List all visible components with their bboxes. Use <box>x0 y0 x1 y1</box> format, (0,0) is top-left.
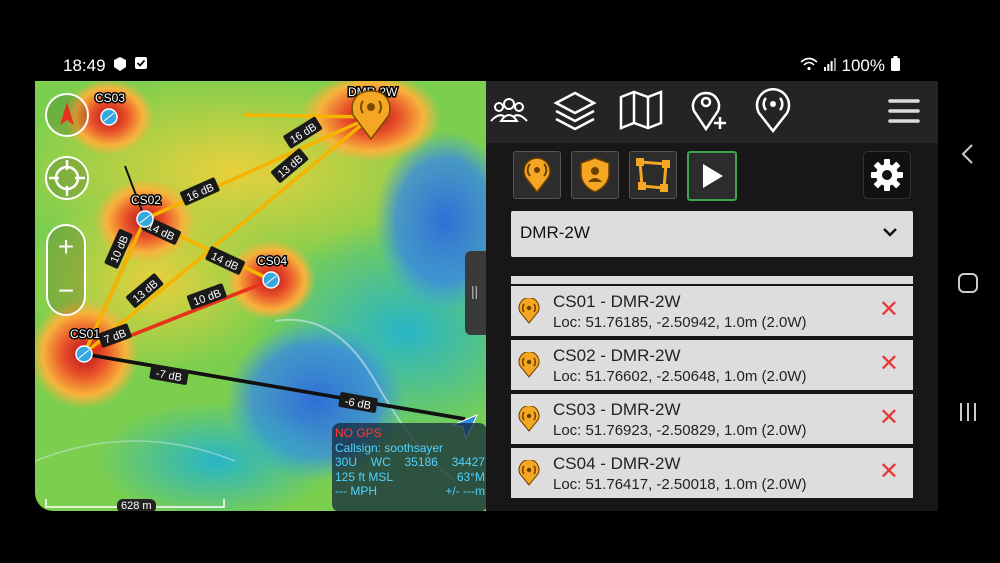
radio-site-icon <box>517 351 541 383</box>
polygon-icon <box>636 158 670 192</box>
recents-icon[interactable] <box>957 402 979 427</box>
compass-button[interactable] <box>45 93 89 137</box>
gear-icon <box>871 159 903 191</box>
list-item-location: Loc: 51.76923, -2.50829, 1.0m (2.0W) <box>553 422 807 439</box>
grid-square: WC <box>370 455 391 469</box>
notification-icon <box>112 56 128 76</box>
delete-icon[interactable]: ✕ <box>879 406 899 430</box>
list-item-title: CS03 - DMR-2W <box>553 400 681 419</box>
list-item-location: Loc: 51.76417, -2.50018, 1.0m (2.0W) <box>553 476 807 493</box>
status-time: 18:49 <box>63 56 106 75</box>
contacts-icon[interactable] <box>486 87 532 138</box>
side-panel: DMR-2W CS01 - DMR-2W Loc: 51.76185, -2.5… <box>486 81 938 511</box>
site-label: CS01 <box>70 327 100 341</box>
list-item[interactable]: CS01 - DMR-2W Loc: 51.76185, -2.50942, 1… <box>511 286 913 336</box>
site-label: CS04 <box>257 254 287 268</box>
battery-icon <box>891 56 900 76</box>
list-item-location: Loc: 51.76602, -2.50648, 1.0m (2.0W) <box>553 368 807 385</box>
list-item[interactable]: CS03 - DMR-2W Loc: 51.76923, -2.50829, 1… <box>511 394 913 444</box>
zoom-out-button[interactable]: − <box>48 276 84 306</box>
delete-icon[interactable]: ✕ <box>879 298 899 322</box>
list-item-title: CS04 - DMR-2W <box>553 454 681 473</box>
status-right: 100% <box>799 56 900 76</box>
play-icon <box>703 164 723 188</box>
home-icon[interactable] <box>957 272 979 299</box>
locate-button[interactable] <box>45 156 89 200</box>
top-toolbar <box>486 81 938 143</box>
callsign: Callsign: soothsayer <box>335 440 444 455</box>
radio-site-icon <box>517 297 541 329</box>
zoom-control: + − <box>46 224 86 316</box>
altitude: 125 ft MSL <box>335 469 394 484</box>
list-item[interactable]: CS02 - DMR-2W Loc: 51.76602, -2.50648, 1… <box>511 340 913 390</box>
back-icon[interactable] <box>958 142 978 171</box>
chevron-down-icon <box>879 221 901 248</box>
easting: 35186 <box>404 455 438 469</box>
polygon-button[interactable] <box>629 151 677 199</box>
delete-icon[interactable]: ✕ <box>879 460 899 484</box>
list-item-location: Loc: 51.76185, -2.50942, 1.0m (2.0W) <box>553 314 807 331</box>
crosshair-icon <box>49 160 85 196</box>
signal-icon <box>823 56 836 76</box>
list-header <box>511 276 913 284</box>
layers-icon[interactable] <box>552 87 598 138</box>
link-line <box>242 113 372 119</box>
grid-zone: 30U <box>335 455 358 469</box>
map-icon[interactable] <box>618 87 664 138</box>
site-label: CS02 <box>131 193 161 207</box>
list-item-title: CS01 - DMR-2W <box>553 292 681 311</box>
play-button[interactable] <box>687 151 737 201</box>
grip-icon: | | <box>471 283 478 299</box>
add-marker-icon[interactable] <box>686 87 732 138</box>
tools-row <box>486 149 938 201</box>
zoom-in-button[interactable]: + <box>48 232 84 262</box>
radio-marker-icon[interactable] <box>750 87 796 138</box>
scale-label: 628 m <box>117 499 156 511</box>
compass-icon <box>60 102 74 125</box>
accuracy: +/- ---m <box>445 484 485 498</box>
battery-level: 100% <box>841 56 885 75</box>
template-select-value: DMR-2W <box>520 223 590 242</box>
radio-site-button[interactable] <box>513 151 561 199</box>
list-item[interactable]: CS04 - DMR-2W Loc: 51.76417, -2.50018, 1… <box>511 448 913 498</box>
northing: 34427 <box>451 455 485 469</box>
wifi-icon <box>799 56 818 76</box>
heading: 63°M <box>456 469 485 484</box>
delete-icon[interactable]: ✕ <box>879 352 899 376</box>
list-item-title: CS02 - DMR-2W <box>553 346 681 365</box>
gps-status: NO GPS <box>335 426 382 440</box>
site-label: CS03 <box>95 91 125 105</box>
template-select[interactable]: DMR-2W <box>511 211 913 257</box>
radio-site-icon <box>517 459 541 491</box>
shield-user-button[interactable] <box>571 151 619 199</box>
panel-drag-handle[interactable]: | | <box>465 251 486 335</box>
menu-icon[interactable] <box>886 93 922 134</box>
speed: --- MPH <box>335 484 377 498</box>
position-info: NO GPS Callsign: soothsayer 30U WC 35186… <box>332 423 486 511</box>
map-view[interactable]: 16 dB 13 dB 16 dB 14 dB 14 dB 10 dB 13 dB 10 dB… <box>35 81 486 511</box>
radio-site-icon <box>523 157 551 194</box>
radio-site-icon <box>517 405 541 437</box>
shield-user-icon <box>580 157 610 193</box>
status-left-icons <box>112 56 148 76</box>
checkbox-icon <box>134 56 148 76</box>
settings-button[interactable] <box>863 151 911 199</box>
